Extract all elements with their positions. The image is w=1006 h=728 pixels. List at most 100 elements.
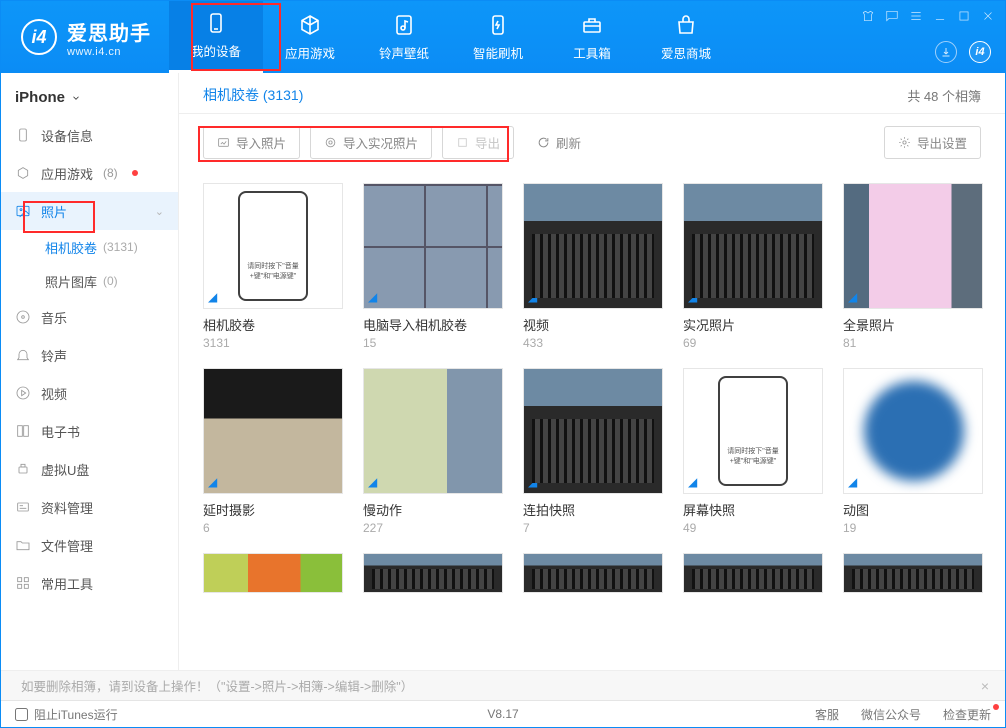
app-subtitle: www.i4.cn	[67, 46, 151, 58]
toolbox-icon	[580, 13, 604, 37]
sidebar-item-book[interactable]: 电子书	[1, 412, 178, 450]
album-name: 全景照片	[843, 315, 983, 334]
flag-icon: ◢	[368, 290, 377, 304]
top-tab-device[interactable]: 我的设备	[169, 1, 263, 73]
album-item[interactable]: ◢电脑导入相机胶卷15	[363, 183, 503, 350]
album-thumbnail: 请同时按下"音量+键"和"电源键"◢	[203, 183, 343, 309]
album-name: 实况照片	[683, 315, 823, 334]
app-title: 爱思助手	[67, 17, 151, 46]
album-thumbnail: ◢	[203, 368, 343, 494]
shop-icon	[674, 13, 698, 37]
sidebar-sub-item[interactable]: 照片图库(0)	[1, 264, 178, 298]
album-thumbnail: ◢	[363, 183, 503, 309]
flag-icon: ◢	[528, 475, 537, 489]
album-item[interactable]: ◢连拍快照7	[523, 368, 663, 535]
flag-icon: ◢	[528, 290, 537, 304]
live-icon	[324, 136, 337, 149]
album-grid: 请同时按下"音量+键"和"电源键"◢相机胶卷3131◢电脑导入相机胶卷15◢视频…	[179, 167, 1005, 593]
album-item[interactable]: ◢ 实况照片 69	[683, 183, 823, 350]
album-item[interactable]	[683, 553, 823, 593]
album-item[interactable]: ◢全景照片81	[843, 183, 983, 350]
wechat-link[interactable]: 微信公众号	[861, 706, 921, 723]
album-thumbnail: ◢	[843, 368, 983, 494]
album-thumbnail: ◢	[523, 368, 663, 494]
shirt-icon[interactable]	[861, 9, 875, 23]
image-import-icon	[217, 136, 230, 149]
album-item[interactable]	[523, 553, 663, 593]
album-item[interactable]	[203, 553, 343, 593]
close-icon[interactable]	[981, 9, 995, 23]
album-thumbnail	[683, 553, 823, 593]
top-tabs: 我的设备应用游戏铃声壁纸智能刷机工具箱爱思商城	[169, 1, 733, 73]
device-selector[interactable]: iPhone	[1, 79, 178, 116]
logo: i4 爱思助手 www.i4.cn	[1, 17, 169, 58]
sidebar-item-phone[interactable]: 设备信息	[1, 116, 178, 154]
sidebar-item-usb[interactable]: 虚拟U盘	[1, 450, 178, 488]
album-thumbnail: ◢	[523, 183, 663, 309]
album-item[interactable]: ◢ 慢动作 227	[363, 368, 503, 535]
export-button[interactable]: 导出	[442, 126, 514, 159]
export-settings-button[interactable]: 导出设置	[884, 126, 981, 159]
flag-icon: ◢	[688, 475, 697, 489]
close-hint-icon[interactable]: ×	[981, 678, 989, 694]
album-count: 6	[203, 521, 343, 535]
album-thumbnail	[203, 553, 343, 593]
sidebar-item-grid[interactable]: 常用工具	[1, 564, 178, 602]
toolbar: 导入照片 导入实况照片 导出 刷新 导出设置	[179, 114, 1005, 167]
sidebar-item-image[interactable]: 照片⌄	[1, 192, 178, 230]
import-live-button[interactable]: 导入实况照片	[310, 126, 432, 159]
feedback-icon[interactable]	[885, 9, 899, 23]
hint-bar: 如要删除相簿，请到设备上操作！（"设置->照片->相簿->编辑->删除"） ×	[1, 670, 1005, 700]
card-icon	[15, 499, 31, 515]
album-thumbnail: ◢	[363, 368, 503, 494]
album-count: 227	[363, 521, 503, 535]
top-tab-music-file[interactable]: 铃声壁纸	[357, 1, 451, 73]
check-update-link[interactable]: 检查更新	[943, 706, 991, 723]
menu-icon[interactable]	[909, 9, 923, 23]
album-item[interactable]	[843, 553, 983, 593]
album-thumbnail: 请同时按下"音量+键"和"电源键"◢	[683, 368, 823, 494]
album-name: 屏幕快照	[683, 500, 823, 519]
sidebar-item-card[interactable]: 资料管理	[1, 488, 178, 526]
block-itunes-label: 阻止iTunes运行	[34, 706, 118, 723]
album-item[interactable]: ◢动图19	[843, 368, 983, 535]
refresh-button[interactable]: 刷新	[524, 127, 594, 158]
top-tab-toolbox[interactable]: 工具箱	[545, 1, 639, 73]
album-thumbnail: ◢	[843, 183, 983, 309]
download-circle-icon[interactable]	[935, 41, 957, 63]
image-icon	[15, 203, 31, 219]
folder-icon	[15, 537, 31, 553]
minimize-icon[interactable]	[933, 9, 947, 23]
album-item[interactable]	[363, 553, 503, 593]
top-tab-phone-flash[interactable]: 智能刷机	[451, 1, 545, 73]
cube-icon	[298, 13, 322, 37]
album-name: 视频	[523, 315, 663, 334]
album-count: 7	[523, 521, 663, 535]
album-count: 69	[683, 336, 823, 350]
sidebar-item-bell[interactable]: 铃声	[1, 336, 178, 374]
block-itunes-checkbox[interactable]	[15, 708, 28, 721]
bell-icon	[15, 347, 31, 363]
album-item[interactable]: ◢视频433	[523, 183, 663, 350]
version-label: V8.17	[487, 707, 518, 721]
sidebar-sub-item[interactable]: 相机胶卷(3131)	[1, 230, 178, 264]
album-item[interactable]: ◢延时摄影6	[203, 368, 343, 535]
top-tab-cube[interactable]: 应用游戏	[263, 1, 357, 73]
sidebar-item-folder[interactable]: 文件管理	[1, 526, 178, 564]
sidebar-item-cube[interactable]: 应用游戏(8)	[1, 154, 178, 192]
album-item[interactable]: 请同时按下"音量+键"和"电源键"◢屏幕快照49	[683, 368, 823, 535]
sidebar-item-music[interactable]: 音乐	[1, 298, 178, 336]
flag-icon: ◢	[208, 290, 217, 304]
book-icon	[15, 423, 31, 439]
support-link[interactable]: 客服	[815, 706, 839, 723]
import-photo-button[interactable]: 导入照片	[203, 126, 300, 159]
sidebar-item-play[interactable]: 视频	[1, 374, 178, 412]
maximize-icon[interactable]	[957, 9, 971, 23]
top-tab-shop[interactable]: 爱思商城	[639, 1, 733, 73]
album-name: 慢动作	[363, 500, 503, 519]
flag-icon: ◢	[688, 290, 697, 304]
hint-text: 如要删除相簿，请到设备上操作！（"设置->照片->相簿->编辑->删除"）	[21, 676, 413, 695]
album-item[interactable]: 请同时按下"音量+键"和"电源键"◢相机胶卷3131	[203, 183, 343, 350]
user-account-icon[interactable]: i4	[969, 41, 991, 63]
usb-icon	[15, 461, 31, 477]
